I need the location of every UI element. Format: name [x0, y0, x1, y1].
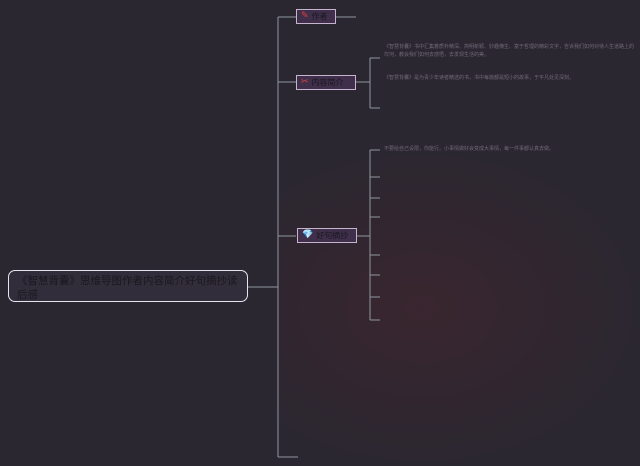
quotes-child-lines: [370, 149, 380, 321]
branch-summary[interactable]: ✂ 内容简介: [296, 75, 356, 90]
branch-summary-label: 内容简介: [311, 78, 344, 87]
summary-paragraph-2: 《智慧背囊》是为青少年读者精选的书，书中每篇都是短小的故事，于平凡处见深刻。: [384, 75, 575, 81]
pen-icon: ✎: [301, 11, 309, 21]
quote-item-1: 不要给自己设限，你能行。小事情做好会变成大事情，每一件事都认真去做。: [384, 146, 555, 152]
gem-icon: 💎: [302, 230, 314, 240]
summary-paragraph-1: 《智慧背囊》书中汇集着质朴精深、简明新颖、妙趣横生、富于哲理的精彩文字，告诉我们…: [384, 44, 635, 58]
branch-author-label: 作者: [311, 12, 328, 21]
quotes-spine: [357, 150, 371, 320]
root-title: 《智慧背囊》思维导图作者内容简介好句摘抄读后感: [17, 275, 238, 301]
branch-quotes-label: 好句摘抄: [316, 231, 349, 240]
summary-child-lines: [356, 57, 380, 109]
branch-quotes[interactable]: 💎 好句摘抄: [297, 228, 357, 243]
root-node[interactable]: 《智慧背囊》思维导图作者内容简介好句摘抄读后感: [8, 270, 248, 302]
scissors-icon: ✂: [301, 77, 309, 87]
branch-author[interactable]: ✎ 作者: [296, 9, 336, 24]
